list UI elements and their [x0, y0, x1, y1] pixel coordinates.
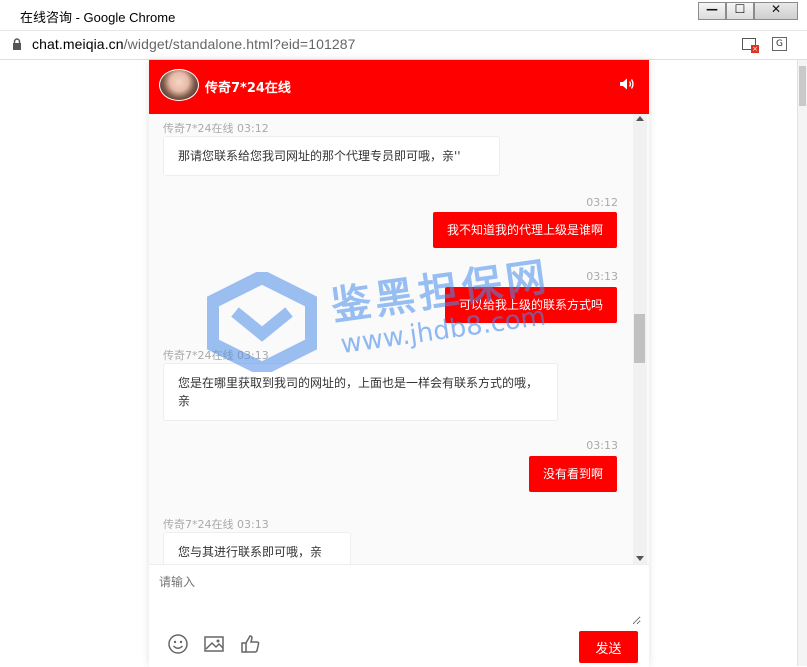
- message-meta: 传奇7*24在线 03:12: [163, 122, 269, 135]
- message-meta: 03:13: [586, 270, 618, 283]
- minimize-button[interactable]: —: [698, 2, 726, 20]
- message-scrollbar-thumb[interactable]: [634, 314, 645, 363]
- minimize-icon: —: [706, 2, 718, 16]
- url-path: /widget/standalone.html?eid=101287: [123, 36, 356, 52]
- window-title: 在线咨询 - Google Chrome: [20, 10, 176, 25]
- title-bar: 在线咨询 - Google Chrome — ☐ ✕: [0, 0, 807, 31]
- agent-message-bubble: 您与其进行联系即可哦，亲: [163, 532, 351, 564]
- message-meta: 传奇7*24在线 03:13: [163, 349, 269, 362]
- address-bar[interactable]: chat.meiqia.cn/widget/standalone.html?ei…: [0, 31, 807, 60]
- thumbs-up-icon[interactable]: [239, 633, 261, 655]
- chat-header: 传奇7*24在线: [149, 60, 649, 114]
- agent-message-bubble: 您是在哪里获取到我司的网址的，上面也是一样会有联系方式的哦，亲: [163, 363, 558, 421]
- send-button[interactable]: 发送: [579, 631, 638, 663]
- composer: 发送: [149, 564, 649, 667]
- url-host: chat.meiqia.cn: [32, 36, 124, 52]
- emoji-icon[interactable]: [167, 633, 189, 655]
- message-meta: 传奇7*24在线 03:13: [163, 518, 269, 531]
- scroll-up-arrow-icon[interactable]: [636, 116, 644, 121]
- chat-widget: 传奇7*24在线 传奇7*24在线 03:12 那请您联系给您我司网址的那个代理…: [149, 60, 649, 667]
- url-text[interactable]: chat.meiqia.cn/widget/standalone.html?ei…: [32, 36, 356, 52]
- user-message-bubble: 没有看到啊: [528, 456, 617, 492]
- image-icon[interactable]: [203, 633, 225, 655]
- agent-avatar: [159, 69, 199, 101]
- page-scrollbar[interactable]: [797, 60, 807, 666]
- message-meta: 03:13: [586, 439, 618, 452]
- page-scrollbar-thumb[interactable]: [799, 66, 806, 106]
- agent-name: 传奇7*24在线: [205, 81, 291, 96]
- agent-message-bubble: 那请您联系给您我司网址的那个代理专员即可哦，亲'': [163, 136, 500, 176]
- scroll-down-arrow-icon[interactable]: [636, 556, 644, 561]
- user-message-bubble: 我不知道我的代理上级是谁啊: [432, 212, 617, 248]
- maximize-button[interactable]: ☐: [726, 2, 754, 20]
- lock-icon: [13, 38, 21, 50]
- blocked-popup-icon[interactable]: ×: [742, 38, 759, 53]
- close-icon: ✕: [770, 2, 782, 16]
- translate-icon[interactable]: G: [772, 37, 787, 51]
- message-input[interactable]: [157, 571, 641, 625]
- maximize-icon: ☐: [734, 2, 746, 16]
- message-list[interactable]: 传奇7*24在线 03:12 那请您联系给您我司网址的那个代理专员即可哦，亲''…: [149, 114, 649, 564]
- message-meta: 03:12: [586, 196, 618, 209]
- browser-window: 在线咨询 - Google Chrome — ☐ ✕ chat.meiqia.c…: [0, 0, 807, 667]
- user-message-bubble: 可以给我上级的联系方式吗: [444, 287, 617, 323]
- message-scrollbar[interactable]: [633, 114, 647, 564]
- close-button[interactable]: ✕: [754, 2, 798, 20]
- speaker-icon[interactable]: [619, 77, 635, 91]
